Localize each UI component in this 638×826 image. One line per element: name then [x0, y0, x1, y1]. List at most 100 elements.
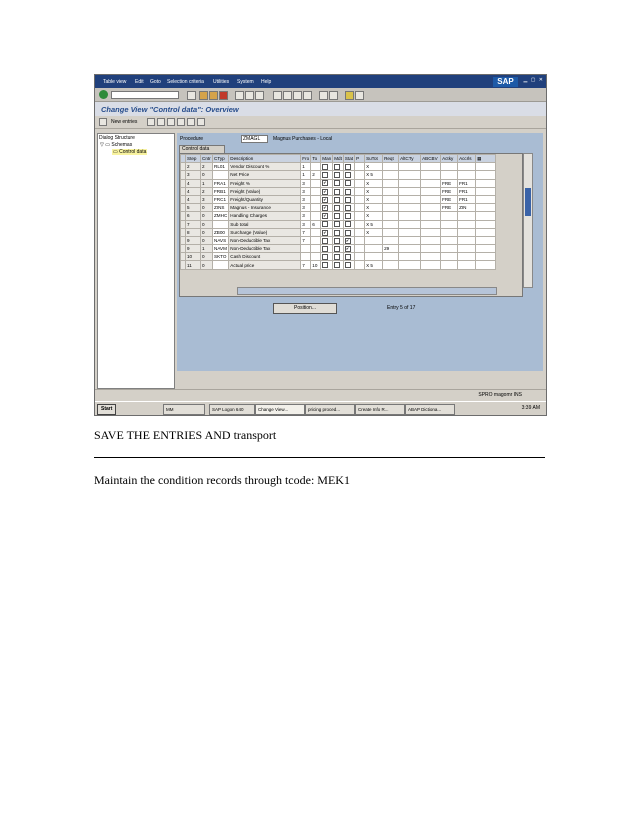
cell-abcbv[interactable] — [420, 162, 442, 172]
cell-to[interactable] — [310, 227, 322, 237]
cell-reqt[interactable] — [382, 227, 400, 237]
col-header-p[interactable]: P — [354, 153, 366, 164]
cell-actky[interactable]: FRE — [440, 186, 459, 196]
help-icon[interactable] — [345, 91, 354, 100]
cell-actky[interactable] — [440, 219, 459, 229]
cell-altcty[interactable] — [398, 178, 422, 188]
cell-to[interactable] — [310, 252, 322, 262]
save-icon[interactable] — [187, 91, 196, 100]
taskbar-item-abap-dictionary[interactable]: ABAP Dictiona... — [405, 404, 455, 415]
back-icon[interactable] — [199, 91, 208, 100]
man-checkbox[interactable] — [322, 164, 329, 170]
cell-filler[interactable] — [475, 162, 497, 172]
stat-checkbox[interactable] — [344, 172, 351, 179]
cell-accrls[interactable] — [457, 235, 477, 246]
cell-actky[interactable]: FRE — [440, 203, 459, 213]
cell-abcbv[interactable] — [420, 252, 442, 262]
cell-reqt[interactable] — [382, 203, 400, 213]
cell-ctyp[interactable]: FRC1 — [211, 194, 230, 205]
cell-p[interactable] — [354, 186, 366, 196]
table-row[interactable]: 3 0 Net Price 1 2 X 5 — [180, 170, 497, 180]
cell-fro[interactable]: 7 — [300, 235, 312, 246]
cell-altcty[interactable] — [398, 244, 422, 254]
table-row[interactable]: 9 0 NAVS Non-Deductible Tax 7 ✔ — [180, 235, 497, 246]
col-header-actky[interactable]: Actky — [440, 153, 459, 164]
mdt-checkbox[interactable] — [334, 172, 341, 179]
select-block-icon[interactable] — [197, 118, 205, 126]
taskbar-item-change-view[interactable]: Change View... — [255, 404, 305, 415]
stat-checkbox[interactable] — [344, 180, 351, 187]
mdt-checkbox[interactable] — [334, 254, 341, 260]
cell-filler[interactable] — [475, 219, 497, 229]
table-row[interactable]: 4 2 FRB1 Freight (Value) 3 ✔ X FRE FR1 — [180, 186, 497, 196]
find-icon[interactable] — [245, 91, 254, 100]
cell-p[interactable] — [354, 203, 366, 213]
cell-filler[interactable] — [475, 211, 497, 221]
cell-altcty[interactable] — [398, 260, 422, 270]
cell-to[interactable] — [310, 194, 322, 205]
cell-abcbv[interactable] — [420, 260, 442, 270]
col-header-sutot[interactable]: SuTot — [364, 153, 384, 164]
window-controls-icon[interactable]: ▁ ▢ ✕ — [523, 77, 544, 83]
cell-to[interactable] — [310, 162, 322, 172]
cell-sutot[interactable]: X — [364, 178, 384, 188]
stat-checkbox[interactable]: ✔ — [344, 245, 351, 252]
stat-checkbox[interactable] — [344, 262, 351, 269]
mdt-checkbox[interactable] — [334, 188, 341, 195]
cell-ctyp[interactable]: ZMHC — [211, 211, 230, 221]
cell-altcty[interactable] — [398, 203, 422, 213]
new-session-icon[interactable] — [319, 91, 328, 100]
cell-fro[interactable]: 1 — [300, 162, 312, 172]
cell-to[interactable]: 2 — [310, 170, 322, 180]
cell-ctyp[interactable]: FRB1 — [211, 186, 230, 196]
cell-filler[interactable] — [475, 260, 497, 270]
cell-altcty[interactable] — [398, 211, 422, 221]
cell-p[interactable] — [354, 178, 366, 188]
cell-fro[interactable]: 3 — [300, 203, 312, 213]
cell-filler[interactable] — [475, 186, 497, 196]
cell-to[interactable] — [310, 203, 322, 213]
vertical-scrollbar[interactable] — [523, 153, 533, 288]
cell-reqt[interactable]: 29 — [382, 244, 400, 254]
cell-altcty[interactable] — [398, 227, 422, 237]
cell-p[interactable] — [354, 252, 366, 262]
menu-utilities[interactable]: Utilities — [213, 79, 229, 85]
cell-accrls[interactable] — [457, 170, 477, 180]
cell-ctyp[interactable]: NAVM — [211, 244, 230, 254]
cell-reqt[interactable] — [382, 194, 400, 205]
cell-altcty[interactable] — [398, 252, 422, 262]
cell-abcbv[interactable] — [420, 219, 442, 229]
cell-accrls[interactable] — [457, 260, 477, 270]
cell-reqt[interactable] — [382, 219, 400, 229]
cell-p[interactable] — [354, 170, 366, 180]
cell-ctyp[interactable]: ZINS — [211, 203, 230, 213]
cell-filler[interactable] — [475, 235, 497, 246]
procedure-field[interactable]: ZMAGL — [241, 135, 268, 143]
cell-to[interactable]: 10 — [310, 260, 322, 270]
cell-ctyp[interactable]: FRA1 — [211, 178, 230, 188]
cell-p[interactable] — [354, 211, 366, 221]
cell-actky[interactable] — [440, 252, 459, 262]
stat-checkbox[interactable]: ✔ — [344, 237, 351, 244]
cell-fro[interactable]: 7 — [300, 260, 312, 270]
cell-actky[interactable] — [440, 211, 459, 221]
col-header-man[interactable]: Man — [320, 153, 334, 164]
menu-system[interactable]: System — [237, 79, 254, 85]
cell-accrls[interactable]: FR1 — [457, 194, 477, 205]
cell-reqt[interactable] — [382, 260, 400, 270]
deselect-all-icon[interactable] — [187, 118, 195, 126]
cell-filler[interactable] — [475, 178, 497, 188]
taskbar-item-create-info-record[interactable]: Create Info R... — [355, 404, 405, 415]
mdt-checkbox[interactable] — [334, 245, 341, 252]
col-header-accrls[interactable]: Accrls — [457, 153, 477, 164]
stat-checkbox[interactable] — [344, 213, 351, 219]
stat-checkbox[interactable] — [344, 229, 351, 236]
tree-node-control-data[interactable]: ▭ Control data — [112, 149, 148, 155]
cell-to[interactable] — [310, 211, 322, 221]
cell-reqt[interactable] — [382, 170, 400, 180]
man-checkbox[interactable] — [322, 172, 329, 179]
cell-fro[interactable] — [300, 244, 312, 254]
man-checkbox[interactable]: ✔ — [322, 188, 329, 195]
col-header-description[interactable]: Description — [228, 153, 302, 164]
table-row[interactable]: 10 0 SKTO Cash Discount — [180, 252, 497, 262]
